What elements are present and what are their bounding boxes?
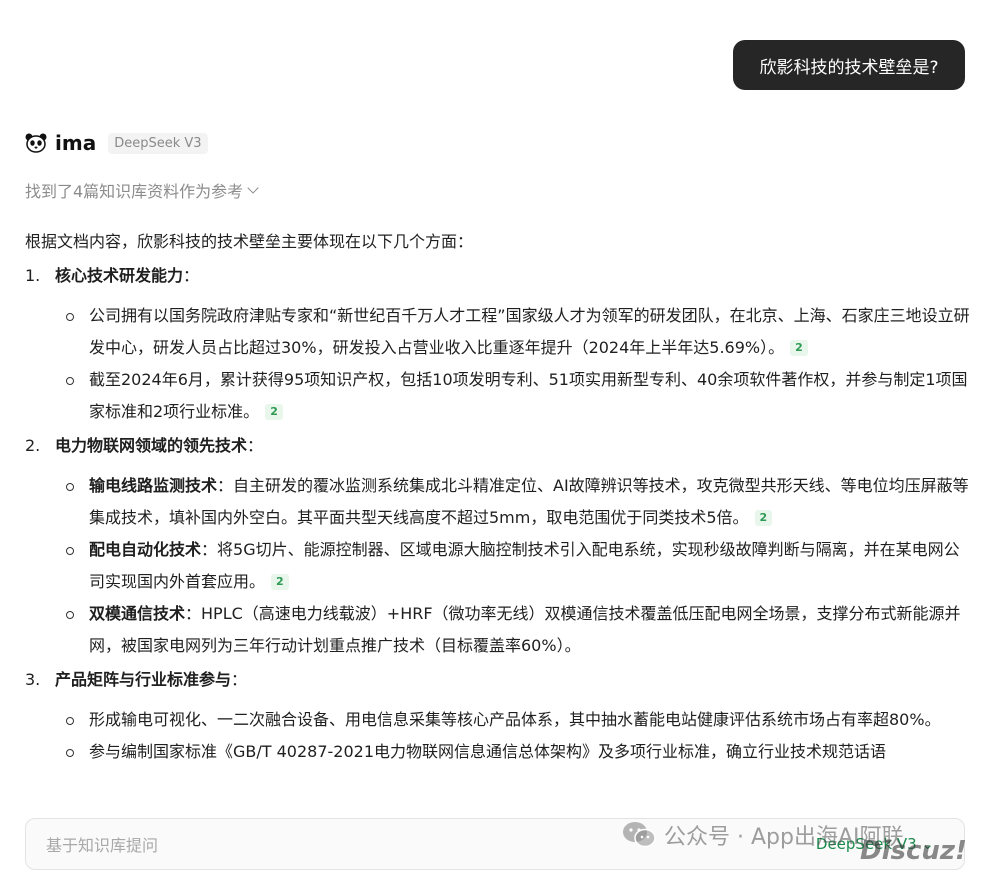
list-item: 输电线路监测技术：自主研发的覆冰监测系统集成北斗精准定位、AI故障辨识等技术，攻…	[25, 470, 970, 534]
list-item-text: 形成输电可视化、一二次融合设备、用电信息采集等核心产品体系，其中抽水蓄能电站健康…	[89, 710, 941, 729]
citation-badge[interactable]: 2	[265, 404, 283, 420]
section-colon: ：	[231, 670, 248, 689]
list-item-text: ：自主研发的覆冰监测系统集成北斗精准定位、AI故障辨识等技术，攻克微型共形天线、…	[89, 476, 969, 527]
user-message-text: 欣影科技的技术壁垒是?	[759, 57, 939, 78]
assistant-header: ima DeepSeek V3	[25, 130, 208, 156]
list-item-text: 公司拥有以国务院政府津贴专家和“新世纪百千万人才工程”国家级人才为领军的研发团队…	[89, 306, 970, 357]
section-number: 3.	[25, 670, 41, 689]
citation-badge[interactable]: 2	[790, 340, 808, 356]
wechat-icon	[622, 821, 656, 849]
model-tag: DeepSeek V3	[108, 132, 208, 154]
question-input[interactable]	[46, 833, 546, 857]
section-colon: ：	[183, 266, 200, 285]
list-item-bold: 输电线路监测技术	[89, 476, 218, 495]
citation-badge[interactable]: 2	[271, 574, 289, 590]
panda-avatar-icon	[25, 133, 47, 153]
section-number: 1.	[25, 266, 41, 285]
bullet-list: 公司拥有以国务院政府津贴专家和“新世纪百千万人才工程”国家级人才为领军的研发团队…	[25, 300, 970, 428]
discuz-watermark: Discuz!	[860, 836, 967, 866]
list-item-text: 参与编制国家标准《GB/T 40287-2021电力物联网信息通信总体架构》及多…	[89, 742, 887, 761]
list-item: 截至2024年6月，累计获得95项知识产权，包括10项发明专利、51项实用新型专…	[25, 364, 970, 428]
user-message-bubble: 欣影科技的技术壁垒是?	[733, 40, 965, 90]
list-item-text: ：将5G切片、能源控制器、区域电源大脑控制技术引入配电系统，实现秒级故障判断与隔…	[89, 540, 960, 591]
section-heading: 3. 产品矩阵与行业标准参与：	[25, 668, 970, 692]
list-item-text: 截至2024年6月，累计获得95项知识产权，包括10项发明专利、51项实用新型专…	[89, 370, 968, 421]
list-item: 参与编制国家标准《GB/T 40287-2021电力物联网信息通信总体架构》及多…	[25, 736, 970, 768]
answer-content: 根据文档内容，欣影科技的技术壁垒主要体现在以下几个方面： 1. 核心技术研发能力：…	[25, 230, 970, 768]
answer-intro: 根据文档内容，欣影科技的技术壁垒主要体现在以下几个方面：	[25, 232, 474, 251]
section-heading: 1. 核心技术研发能力：	[25, 264, 970, 288]
sources-text: 找到了4篇知识库资料作为参考	[25, 182, 244, 201]
list-item-text: ：HPLC（高速电力线载波）+HRF（微功率无线）双模通信技术覆盖低压配电网全场…	[89, 604, 961, 655]
list-item: 配电自动化技术：将5G切片、能源控制器、区域电源大脑控制技术引入配电系统，实现秒…	[25, 534, 970, 598]
chevron-down-icon	[247, 182, 259, 194]
sources-toggle[interactable]: 找到了4篇知识库资料作为参考	[25, 178, 259, 202]
section-title: 电力物联网领域的领先技术	[55, 436, 248, 455]
list-item: 形成输电可视化、一二次融合设备、用电信息采集等核心产品体系，其中抽水蓄能电站健康…	[25, 704, 970, 736]
list-item-bold: 双模通信技术	[89, 604, 186, 623]
citation-badge[interactable]: 2	[754, 510, 773, 526]
section-title: 产品矩阵与行业标准参与	[55, 670, 232, 689]
bullet-list: 形成输电可视化、一二次融合设备、用电信息采集等核心产品体系，其中抽水蓄能电站健康…	[25, 704, 970, 768]
bullet-list: 输电线路监测技术：自主研发的覆冰监测系统集成北斗精准定位、AI故障辨识等技术，攻…	[25, 470, 970, 662]
section-number: 2.	[25, 436, 41, 455]
list-item: 双模通信技术：HPLC（高速电力线载波）+HRF（微功率无线）双模通信技术覆盖低…	[25, 598, 970, 662]
list-item: 公司拥有以国务院政府津贴专家和“新世纪百千万人才工程”国家级人才为领军的研发团队…	[25, 300, 970, 364]
list-item-bold: 配电自动化技术	[89, 540, 202, 559]
assistant-name: ima	[55, 131, 97, 155]
section-title: 核心技术研发能力	[55, 266, 184, 285]
section-colon: ：	[247, 436, 264, 455]
section-heading: 2. 电力物联网领域的领先技术：	[25, 434, 970, 458]
